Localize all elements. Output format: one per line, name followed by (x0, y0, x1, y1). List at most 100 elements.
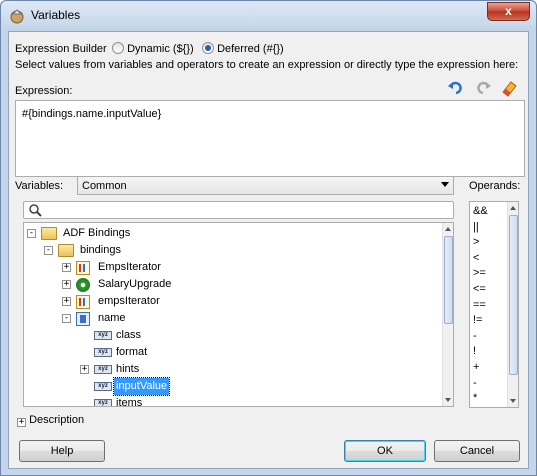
title-bar[interactable]: Variables x (1, 1, 536, 31)
search-icon (29, 204, 42, 217)
tree-node[interactable]: xyz format (24, 344, 442, 361)
tree-node[interactable]: + empsIterator (24, 293, 442, 310)
tree-node-label: hints (116, 363, 140, 375)
ok-button-label: OK (377, 445, 393, 457)
description-toggle[interactable]: + Description (17, 414, 84, 427)
operand-item[interactable]: == (473, 299, 486, 311)
operands-list[interactable]: && || > < >= <= == != -! + - * (469, 201, 519, 408)
ok-button[interactable]: OK (344, 440, 426, 462)
variables-search-input[interactable] (23, 201, 454, 219)
radio-deferred[interactable]: Deferred (#{}) (202, 42, 284, 55)
close-button[interactable]: x (487, 2, 530, 21)
expand-icon[interactable]: + (62, 263, 71, 272)
collapse-icon[interactable]: - (27, 229, 36, 238)
radio-dynamic-label: Dynamic (${}) (127, 43, 194, 55)
cancel-button-label: Cancel (459, 445, 495, 457)
iterator-icon (76, 261, 90, 275)
tree-node[interactable]: + SalaryUpgrade (24, 276, 442, 293)
scroll-down-icon[interactable] (510, 399, 516, 403)
radio-deferred-indicator[interactable] (202, 42, 214, 54)
expression-label: Expression: (15, 85, 73, 97)
operand-item[interactable]: >= (473, 267, 486, 279)
collapse-icon[interactable]: - (62, 314, 71, 323)
tree-node-label: name (98, 312, 126, 324)
expression-builder-label: Expression Builder (15, 43, 107, 55)
xyz-icon: xyz (94, 365, 112, 374)
operand-item[interactable]: - (473, 330, 477, 342)
operands-scrollbar[interactable] (507, 202, 518, 407)
window-title: Variables (31, 8, 81, 22)
help-button-label: Help (50, 445, 74, 457)
operands-scrollbar-thumb[interactable] (509, 215, 518, 375)
tree-node[interactable]: xyz inputValue (24, 377, 442, 396)
tree-node[interactable]: + xyz hints (24, 361, 442, 378)
gear-icon (76, 278, 90, 292)
scroll-up-icon[interactable] (445, 227, 451, 231)
folder-icon (41, 227, 57, 240)
expression-textarea[interactable]: #{bindings.name.inputValue} (15, 100, 525, 177)
tree-node-label: EmpsIterator (98, 261, 161, 273)
expression-value: #{bindings.name.inputValue} (22, 108, 162, 120)
tree-node[interactable]: - bindings (24, 242, 442, 259)
tree-node-label: format (116, 346, 148, 358)
folder-icon (58, 244, 74, 257)
tree-node[interactable]: + EmpsIterator (24, 259, 442, 276)
xyz-icon: xyz (94, 399, 112, 406)
variables-label: Variables: (15, 180, 63, 192)
redo-icon[interactable] (474, 79, 492, 97)
operand-item[interactable]: && (473, 205, 488, 217)
clear-eraser-icon[interactable] (500, 78, 520, 98)
operand-item[interactable]: * (473, 392, 477, 404)
variables-dialog: Variables x Expression Builder Dynamic (… (0, 0, 537, 476)
expand-icon[interactable]: + (80, 365, 89, 374)
operands-label: Operands: (469, 180, 521, 192)
operand-item[interactable]: - (473, 377, 477, 389)
description-label: Description (29, 414, 85, 426)
radio-dynamic-indicator[interactable] (112, 42, 124, 54)
expand-icon[interactable]: + (62, 297, 71, 306)
tree-node[interactable]: - name (24, 310, 442, 327)
tree-node-label: SalaryUpgrade (98, 278, 172, 290)
iterator-icon (76, 295, 90, 309)
expression-builder-row: Expression Builder (15, 43, 107, 55)
operand-item[interactable]: || (473, 221, 479, 233)
xyz-icon: xyz (94, 382, 112, 391)
attribute-icon (76, 312, 90, 326)
collapse-icon[interactable]: - (44, 246, 53, 255)
scroll-up-icon[interactable] (510, 206, 516, 210)
undo-icon[interactable] (447, 79, 465, 97)
operand-item[interactable]: != (473, 314, 482, 326)
radio-deferred-label: Deferred (#{}) (217, 43, 284, 55)
xyz-icon: xyz (94, 331, 112, 340)
tree-node-label: class (116, 329, 142, 341)
tree-node-label: bindings (80, 244, 121, 256)
chevron-down-icon[interactable] (441, 182, 449, 187)
variables-tree[interactable]: - ADF Bindings - bindings + EmpsIterator + Sala… (23, 222, 454, 407)
operand-item[interactable]: < (473, 252, 479, 264)
xyz-icon: xyz (94, 348, 112, 357)
close-icon: x (505, 4, 512, 18)
tree-node-label: empsIterator (98, 295, 160, 307)
variables-scope-combo[interactable]: Common (77, 176, 454, 195)
cancel-button[interactable]: Cancel (434, 440, 520, 462)
app-icon (10, 9, 24, 24)
operand-item[interactable]: ! (473, 345, 476, 357)
tree-node[interactable]: xyz items (24, 395, 442, 406)
operand-item[interactable]: + (473, 361, 479, 373)
operand-item[interactable]: <= (473, 283, 486, 295)
variables-scope-value: Common (82, 180, 127, 192)
operand-item[interactable]: > (473, 236, 479, 248)
tree-node[interactable]: - ADF Bindings (24, 225, 442, 242)
expand-icon[interactable]: + (17, 418, 26, 427)
help-button[interactable]: Help (19, 440, 105, 462)
scroll-down-icon[interactable] (445, 398, 451, 402)
tree-node-label: ADF Bindings (63, 227, 131, 239)
instructions-text: Select values from variables and operato… (15, 59, 519, 71)
radio-dynamic[interactable]: Dynamic (${}) (112, 42, 194, 55)
tree-scrollbar-thumb[interactable] (444, 236, 453, 324)
dialog-body: Expression Builder Dynamic (${}) Deferre… (8, 31, 529, 469)
tree-scrollbar[interactable] (442, 223, 453, 406)
expand-icon[interactable]: + (62, 280, 71, 289)
variables-label-text: Variables: (15, 180, 64, 192)
tree-node[interactable]: xyz class (24, 327, 442, 344)
